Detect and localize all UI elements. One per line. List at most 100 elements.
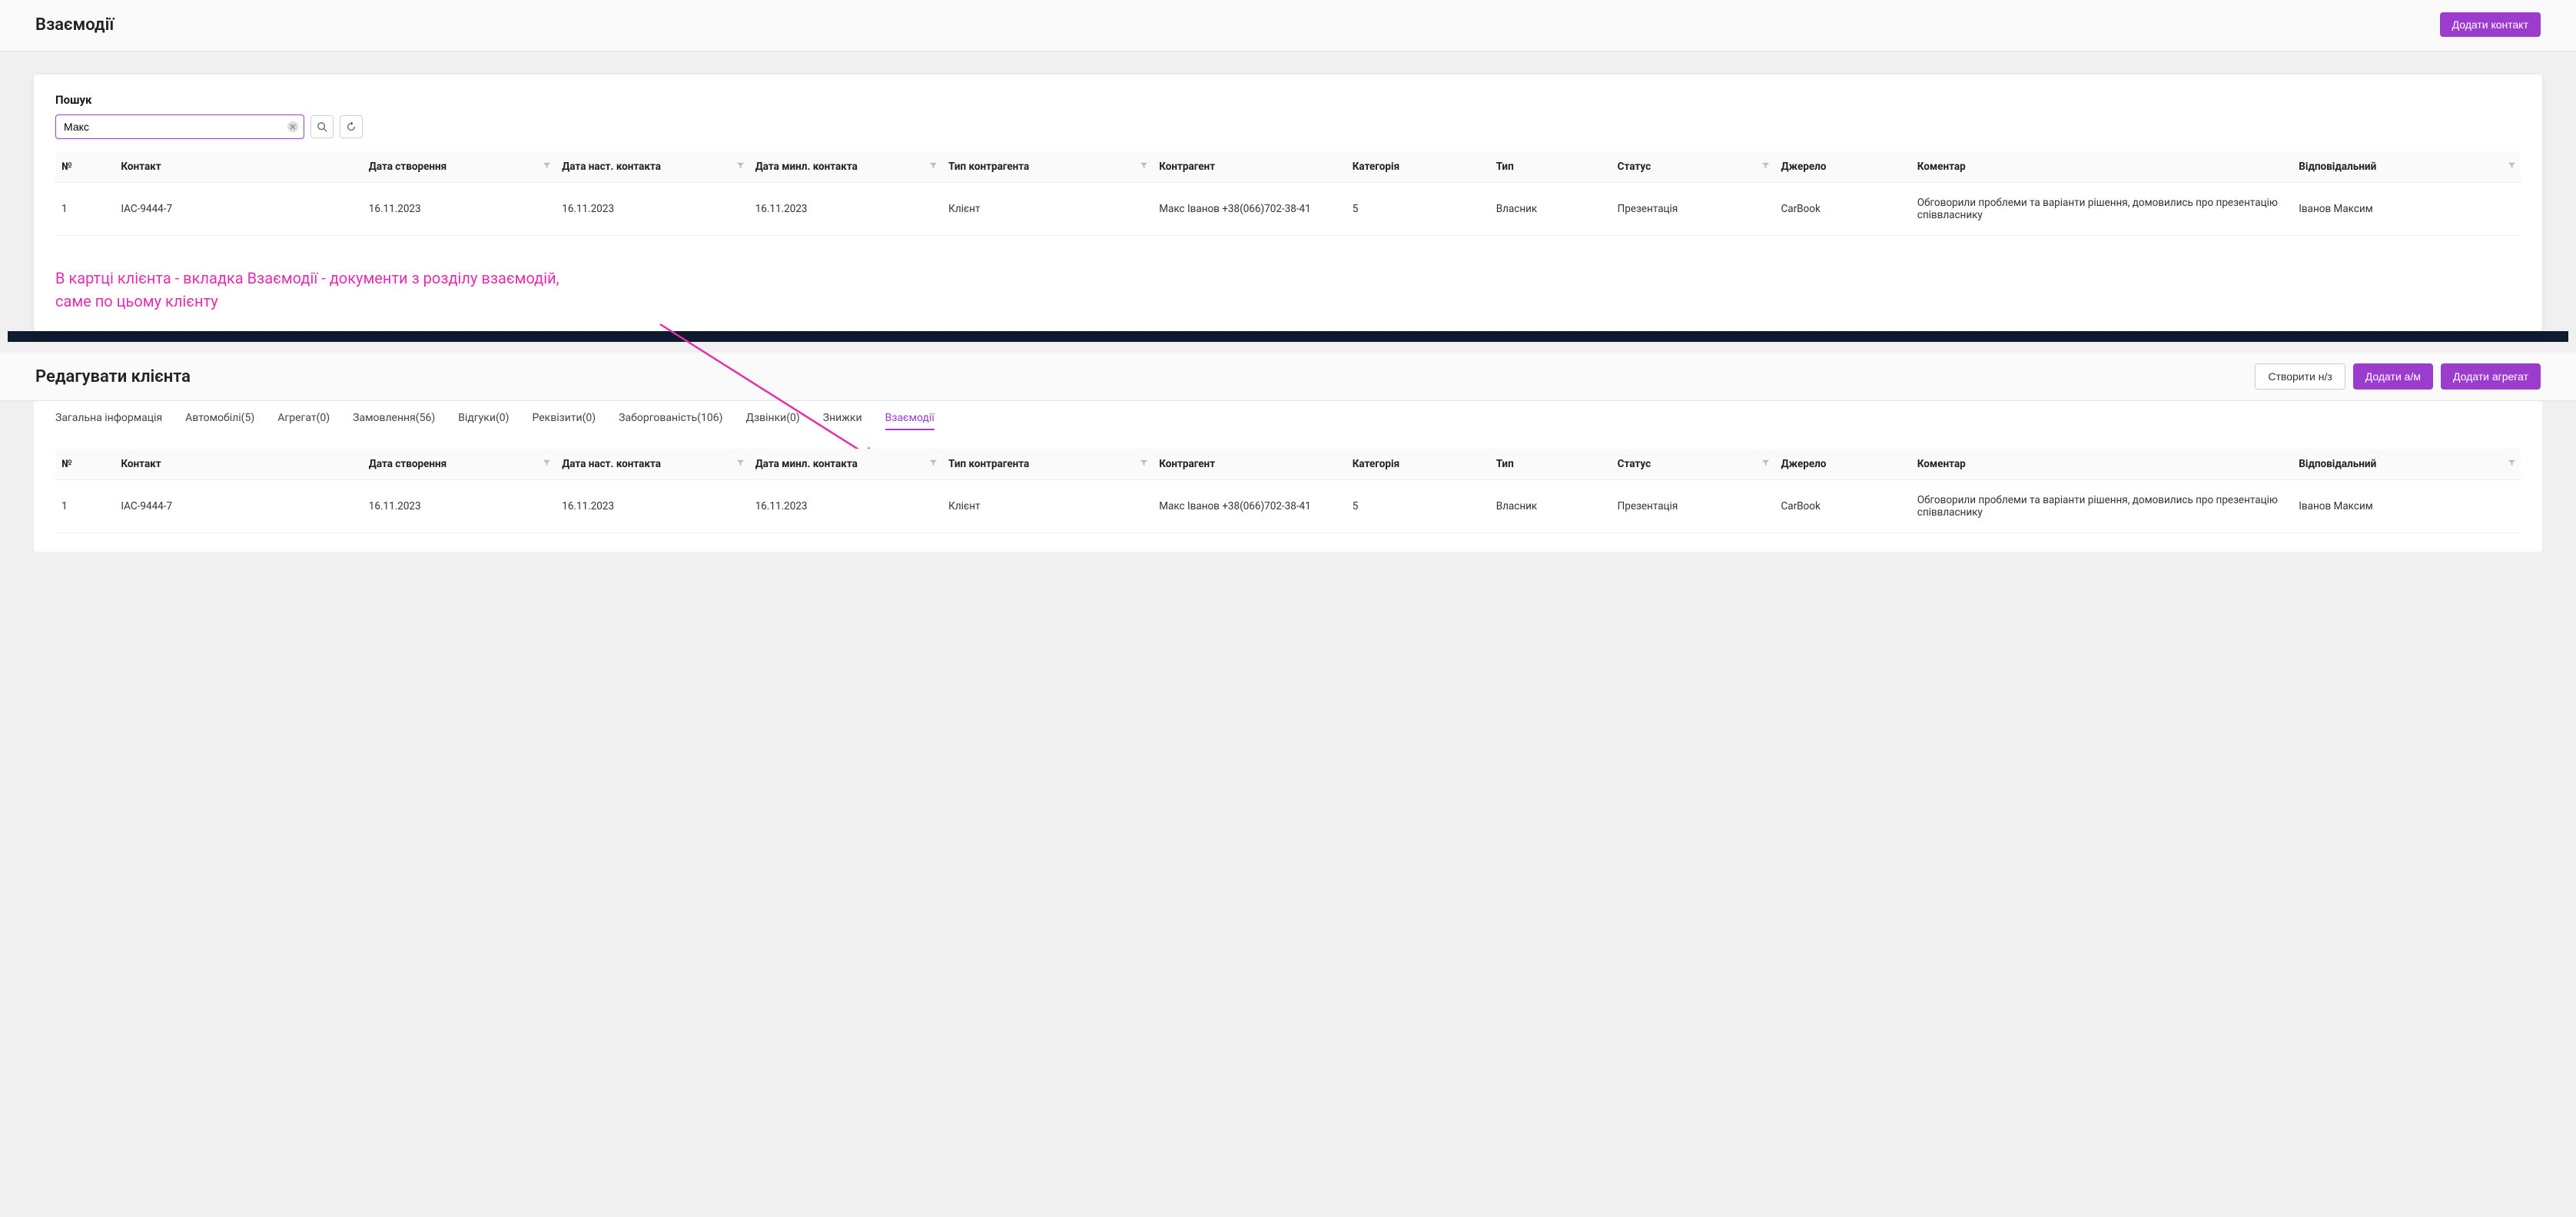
- cell-last: 16.11.2023: [749, 183, 942, 236]
- filter-icon[interactable]: [1140, 161, 1148, 173]
- col-cat[interactable]: Категорія: [1346, 151, 1490, 183]
- col-resp[interactable]: Відповідальний: [2292, 151, 2521, 183]
- annotation-text: В картці клієнта - вкладка Взаємодії - д…: [55, 267, 747, 313]
- annotation-line1: В картці клієнта - вкладка Взаємодії - д…: [55, 267, 747, 290]
- cell-cat: 5: [1346, 183, 1490, 236]
- add-contact-button[interactable]: Додати контакт: [2440, 12, 2541, 37]
- col-contact[interactable]: Контакт: [115, 151, 362, 183]
- tab-vehicles[interactable]: Автомобілі(5): [185, 412, 254, 430]
- cell-created: 16.11.2023: [363, 183, 556, 236]
- filter-icon[interactable]: [543, 161, 551, 173]
- col-ctype[interactable]: Тип контрагента: [942, 151, 1153, 183]
- col-cat[interactable]: Категорія: [1346, 449, 1490, 480]
- search-button[interactable]: [310, 115, 334, 138]
- table-row[interactable]: 1 IAC-9444-7 16.11.2023 16.11.2023 16.11…: [55, 480, 2521, 533]
- page-header-interactions: Взаємодії Додати контакт: [0, 0, 2576, 51]
- cell-ctype: Клієнт: [942, 183, 1153, 236]
- tab-discounts[interactable]: Знижки: [823, 412, 862, 430]
- interactions-card: Пошук № Контакт Дата створення Дата наст…: [34, 75, 2542, 331]
- cell-contact: IAC-9444-7: [115, 480, 362, 533]
- cell-type: Власник: [1490, 183, 1612, 236]
- search-input[interactable]: [55, 114, 304, 139]
- filter-icon[interactable]: [736, 458, 745, 470]
- tab-requisites[interactable]: Реквізити(0): [532, 412, 596, 430]
- col-created[interactable]: Дата створення: [363, 449, 556, 480]
- tab-reviews[interactable]: Відгуки(0): [458, 412, 509, 430]
- tab-calls[interactable]: Дзвінки(0): [745, 412, 799, 430]
- cell-resp: Іванов Максим: [2292, 480, 2521, 533]
- search-input-wrap: [55, 114, 304, 139]
- col-comment[interactable]: Коментар: [1911, 151, 2293, 183]
- cell-next: 16.11.2023: [556, 183, 749, 236]
- filter-icon[interactable]: [2508, 458, 2516, 470]
- col-source[interactable]: Джерело: [1774, 151, 1910, 183]
- col-source[interactable]: Джерело: [1774, 449, 1910, 480]
- client-tabs: Загальна інформація Автомобілі(5) Агрега…: [55, 412, 2521, 436]
- filter-icon[interactable]: [929, 161, 938, 173]
- col-status[interactable]: Статус: [1612, 151, 1775, 183]
- filter-icon[interactable]: [1140, 458, 1148, 470]
- col-type[interactable]: Тип: [1490, 151, 1612, 183]
- col-next[interactable]: Дата наст. контакта: [556, 449, 749, 480]
- col-created[interactable]: Дата створення: [363, 151, 556, 183]
- client-interactions-table: № Контакт Дата створення Дата наст. конт…: [55, 449, 2521, 533]
- cell-status: Презентація: [1612, 480, 1775, 533]
- col-num[interactable]: №: [55, 449, 115, 480]
- clear-input-icon[interactable]: [287, 121, 298, 132]
- filter-icon[interactable]: [736, 161, 745, 173]
- cell-source: CarBook: [1774, 183, 1910, 236]
- tab-general[interactable]: Загальна інформація: [55, 412, 162, 430]
- filter-icon[interactable]: [543, 458, 551, 470]
- search-label: Пошук: [55, 93, 2521, 107]
- header-buttons: Створити н/з Додати а/м Додати агрегат: [2255, 363, 2541, 390]
- tab-aggregate[interactable]: Агрегат(0): [277, 412, 330, 430]
- cell-cpty: Макс Іванов +38(066)702-38-41: [1153, 480, 1346, 533]
- col-cpty[interactable]: Контрагент: [1153, 151, 1346, 183]
- nav-strip: [8, 331, 2568, 342]
- col-comment[interactable]: Коментар: [1911, 449, 2293, 480]
- annotation-line2: саме по цьому клієнту: [55, 290, 747, 313]
- cell-type: Власник: [1490, 480, 1612, 533]
- tab-orders[interactable]: Замовлення(56): [353, 412, 435, 430]
- create-order-button[interactable]: Створити н/з: [2255, 363, 2345, 390]
- cell-last: 16.11.2023: [749, 480, 942, 533]
- cell-num: 1: [55, 480, 115, 533]
- cell-created: 16.11.2023: [363, 480, 556, 533]
- col-resp[interactable]: Відповідальний: [2292, 449, 2521, 480]
- col-status[interactable]: Статус: [1612, 449, 1775, 480]
- cell-source: CarBook: [1774, 480, 1910, 533]
- cell-comment: Обговорили проблеми та варіанти рішення,…: [1911, 183, 2293, 236]
- col-last[interactable]: Дата минл. контакта: [749, 449, 942, 480]
- add-aggregate-button[interactable]: Додати агрегат: [2441, 363, 2541, 390]
- tab-interactions[interactable]: Взаємодії: [885, 412, 934, 430]
- col-last[interactable]: Дата минл. контакта: [749, 151, 942, 183]
- col-cpty[interactable]: Контрагент: [1153, 449, 1346, 480]
- col-next[interactable]: Дата наст. контакта: [556, 151, 749, 183]
- filter-icon[interactable]: [929, 458, 938, 470]
- refresh-button[interactable]: [340, 115, 363, 138]
- client-card: Загальна інформація Автомобілі(5) Агрега…: [34, 401, 2542, 552]
- col-contact[interactable]: Контакт: [115, 449, 362, 480]
- interactions-table: № Контакт Дата створення Дата наст. конт…: [55, 151, 2521, 236]
- cell-contact: IAC-9444-7: [115, 183, 362, 236]
- cell-cat: 5: [1346, 480, 1490, 533]
- col-num[interactable]: №: [55, 151, 115, 183]
- cell-cpty: Макс Іванов +38(066)702-38-41: [1153, 183, 1346, 236]
- cell-status: Презентація: [1612, 183, 1775, 236]
- cell-num: 1: [55, 183, 115, 236]
- cell-ctype: Клієнт: [942, 480, 1153, 533]
- col-ctype[interactable]: Тип контрагента: [942, 449, 1153, 480]
- tab-debt[interactable]: Заборгованість(106): [619, 412, 722, 430]
- cell-resp: Іванов Максим: [2292, 183, 2521, 236]
- filter-icon[interactable]: [1761, 161, 1770, 173]
- cell-comment: Обговорили проблеми та варіанти рішення,…: [1911, 480, 2293, 533]
- edit-client-header: Редагувати клієнта Створити н/з Додати а…: [0, 353, 2576, 401]
- table-row[interactable]: 1 IAC-9444-7 16.11.2023 16.11.2023 16.11…: [55, 183, 2521, 236]
- add-vehicle-button[interactable]: Додати а/м: [2353, 363, 2433, 390]
- filter-icon[interactable]: [2508, 161, 2516, 173]
- edit-client-title: Редагувати клієнта: [35, 367, 191, 386]
- col-type[interactable]: Тип: [1490, 449, 1612, 480]
- table-header-row: № Контакт Дата створення Дата наст. конт…: [55, 449, 2521, 480]
- filter-icon[interactable]: [1761, 458, 1770, 470]
- page-title: Взаємодії: [35, 15, 114, 35]
